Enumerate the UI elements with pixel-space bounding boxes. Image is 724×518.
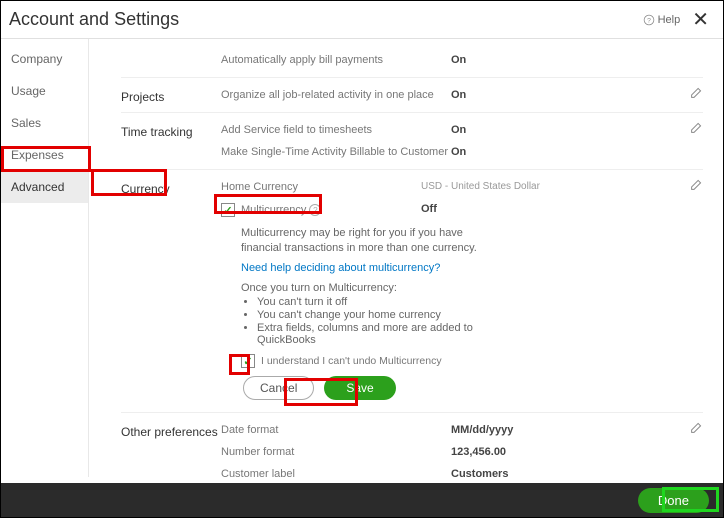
currency-details: Multicurrency may be right for you if yo…	[221, 226, 501, 400]
help-icon: ?	[643, 14, 655, 26]
done-button[interactable]: Done	[638, 488, 709, 513]
row-time-0: Add Service field to timesheets On	[221, 119, 673, 141]
content: Automatically apply bill payments On Pro…	[89, 39, 723, 477]
edit-icon[interactable]	[690, 121, 703, 137]
label-other-0: Date format	[221, 424, 451, 436]
save-button[interactable]: Save	[324, 376, 395, 400]
section-title-projects: Projects	[121, 84, 221, 106]
section-title-other: Other preferences	[121, 419, 221, 477]
label-other-1: Number format	[221, 446, 451, 458]
label-time-0: Add Service field to timesheets	[221, 124, 451, 136]
sidebar-item-usage[interactable]: Usage	[1, 75, 88, 107]
row-other-1: Number format123,456.00	[221, 441, 673, 463]
value-other-0: MM/dd/yyyy	[451, 424, 513, 436]
section-projects: Projects Organize all job-related activi…	[121, 78, 703, 113]
info-icon[interactable]: ?	[309, 204, 321, 216]
value-multicurrency: Off	[421, 203, 437, 215]
section-label-blank	[121, 49, 221, 71]
header: Account and Settings ? Help ✕	[1, 1, 723, 39]
value-autopay: On	[451, 54, 466, 66]
bullet-0: You can't turn it off	[257, 296, 501, 308]
section-bill: Automatically apply bill payments On	[121, 43, 703, 78]
section-currency: Currency Home Currency USD - United Stat…	[121, 170, 703, 413]
header-actions: ? Help ✕	[643, 10, 709, 30]
bullet-2: Extra fields, columns and more are added…	[257, 322, 501, 346]
value-other-2: Customers	[451, 468, 508, 477]
sidebar: Company Usage Sales Expenses Advanced	[1, 39, 89, 477]
row-projects: Organize all job-related activity in one…	[221, 84, 673, 106]
row-other-0: Date formatMM/dd/yyyy	[221, 419, 673, 441]
section-time: Time tracking Add Service field to times…	[121, 113, 703, 170]
svg-text:?: ?	[647, 17, 651, 24]
value-time-1: On	[451, 146, 466, 158]
row-autopay: Automatically apply bill payments On	[221, 49, 673, 71]
label-projects: Organize all job-related activity in one…	[221, 89, 451, 101]
sidebar-item-advanced[interactable]: Advanced	[1, 171, 88, 203]
understand-text: I understand I can't undo Multicurrency	[261, 355, 442, 367]
row-time-1: Make Single-Time Activity Billable to Cu…	[221, 141, 673, 163]
help-link[interactable]: ? Help	[643, 14, 681, 26]
value-other-1: 123,456.00	[451, 446, 506, 458]
row-home-currency: Home Currency USD - United States Dollar	[221, 176, 673, 198]
value-home-currency: USD - United States Dollar	[421, 181, 540, 192]
section-title-currency: Currency	[121, 176, 221, 406]
currency-desc: Multicurrency may be right for you if yo…	[241, 226, 501, 257]
label-other-2: Customer label	[221, 468, 451, 477]
label-home-currency: Home Currency	[221, 181, 421, 193]
sidebar-item-company[interactable]: Company	[1, 43, 88, 75]
row-multicurrency: Multicurrency ? Off	[221, 198, 673, 222]
currency-buttons: Cancel Save	[243, 376, 501, 400]
understand-row: I understand I can't undo Multicurrency	[241, 354, 501, 368]
label-time-1: Make Single-Time Activity Billable to Cu…	[221, 146, 451, 158]
edit-icon[interactable]	[690, 178, 703, 194]
footer-bar: Done	[1, 483, 723, 517]
bullet-1: You can't change your home currency	[257, 309, 501, 321]
cancel-button[interactable]: Cancel	[243, 376, 314, 400]
help-text: Help	[658, 14, 681, 26]
label-multicurrency: Multicurrency	[241, 204, 306, 216]
edit-icon[interactable]	[690, 421, 703, 437]
row-other-2: Customer labelCustomers	[221, 463, 673, 477]
section-other: Other preferences Date formatMM/dd/yyyy …	[121, 413, 703, 477]
close-icon[interactable]: ✕	[692, 10, 709, 30]
currency-help-link[interactable]: Need help deciding about multicurrency?	[241, 261, 501, 276]
multicurrency-checkbox[interactable]	[221, 203, 235, 217]
sidebar-item-expenses[interactable]: Expenses	[1, 139, 88, 171]
edit-icon[interactable]	[690, 86, 703, 102]
section-title-time: Time tracking	[121, 119, 221, 163]
understand-checkbox[interactable]	[241, 354, 255, 368]
page-title: Account and Settings	[9, 9, 179, 30]
currency-bullets: You can't turn it off You can't change y…	[257, 296, 501, 346]
currency-once-title: Once you turn on Multicurrency:	[241, 282, 501, 294]
value-time-0: On	[451, 124, 466, 136]
label-autopay: Automatically apply bill payments	[221, 54, 451, 66]
value-projects: On	[451, 89, 466, 101]
sidebar-item-sales[interactable]: Sales	[1, 107, 88, 139]
main: Company Usage Sales Expenses Advanced Au…	[1, 39, 723, 477]
